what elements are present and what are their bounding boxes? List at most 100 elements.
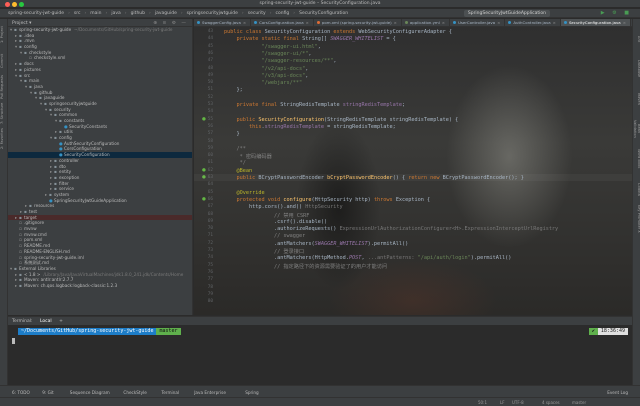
breadcrumb-separator: ›: [293, 11, 296, 16]
file-type-icon: [404, 21, 408, 24]
left-tool-button[interactable]: Pull Requests: [0, 75, 8, 99]
breadcrumb-item[interactable]: java: [111, 11, 120, 16]
code-token: http.cors().and(): [224, 204, 306, 211]
editor-tab[interactable]: SwaggerConfig.java ×: [194, 19, 252, 26]
code-token: public class: [224, 29, 265, 35]
editor-tab-label: UserController.java: [458, 20, 496, 25]
project-panel: Project ▾ ⊕ ≡ ⚙ — ▾ ▪ spring-security-jwt-…: [8, 19, 193, 315]
line-separator[interactable]: LF: [500, 400, 505, 405]
tool-window-button[interactable]: CheckStyle: [123, 390, 146, 395]
editor-tab[interactable]: SecurityConfiguration.java ×: [560, 19, 631, 26]
tool-window-button[interactable]: 9: Git: [42, 390, 53, 395]
code-line: // 指定路径下的资源需要验证了的用户才能访问: [224, 263, 387, 270]
right-tool-button[interactable]: Database: [633, 55, 640, 83]
left-tool-button[interactable]: 7: Structure: [0, 101, 8, 125]
left-tool-button[interactable]: Commit: [0, 49, 8, 73]
tree-item-label: constants: [64, 118, 85, 123]
code-token: ,: [305, 72, 309, 79]
tree-item-label: javaguide: [44, 95, 65, 101]
terminal-tab-local[interactable]: Local: [40, 319, 52, 324]
breadcrumb-item[interactable]: SecurityConfiguration: [299, 11, 348, 16]
run-configuration-selector[interactable]: SpringSecurityJwtGuideApplication: [463, 10, 550, 17]
tree-item-label: controller: [59, 157, 79, 163]
code-area[interactable]: public class SecurityConfiguration exten…: [224, 27, 632, 315]
editor-tab[interactable]: pom.xml (spring-security-jwt-guide) ×: [314, 19, 402, 26]
bean-icon[interactable]: ●: [202, 168, 206, 173]
close-icon[interactable]: ×: [306, 20, 309, 25]
tree-item-label: .mvn: [24, 38, 35, 44]
editor-tab[interactable]: application.yml ×: [402, 19, 451, 26]
editor-tab[interactable]: CorsConfiguration.java ×: [251, 19, 314, 26]
editor-tab-label: SecurityConfiguration.java: [568, 20, 621, 25]
close-icon[interactable]: ×: [497, 20, 500, 25]
close-icon[interactable]: ×: [442, 20, 445, 25]
tree-item-label: main: [29, 78, 40, 84]
code-token: ,: [317, 43, 321, 50]
close-icon[interactable]: ×: [623, 20, 626, 25]
right-tool-button[interactable]: Key Promoter X: [633, 205, 640, 233]
left-tool-button[interactable]: 1: Project: [0, 23, 8, 47]
tree-item-label: target: [24, 214, 37, 220]
line-number: 80: [207, 299, 213, 305]
code-token: ...antPatterns:: [367, 255, 418, 262]
code-line: */: [224, 160, 246, 166]
editor-tab[interactable]: UserController.java ×: [450, 19, 506, 26]
right-tool-button[interactable]: Ant: [633, 25, 640, 53]
editor-tab[interactable]: AuthController.java ×: [505, 19, 561, 26]
close-icon[interactable]: ×: [553, 20, 556, 25]
code-line: "/webjars/**": [224, 80, 302, 86]
tree-item-label: README-ENGLISH.md: [24, 248, 70, 254]
right-tool-button[interactable]: Bean Validation: [633, 115, 640, 143]
file-encoding[interactable]: UTF-8: [512, 400, 524, 405]
tool-window-button[interactable]: Terminal: [161, 390, 179, 395]
tool-window-button[interactable]: Spring: [245, 390, 259, 395]
tree-item-label: pictures: [24, 66, 41, 72]
new-terminal-tab-button[interactable]: +: [59, 319, 63, 324]
override-icon[interactable]: ●: [202, 197, 206, 202]
code-token: ;: [402, 102, 406, 108]
code-token: // swagger: [224, 233, 306, 240]
left-tool-button[interactable]: 2: Favorites: [0, 127, 8, 151]
breadcrumb-item[interactable]: security: [248, 11, 266, 16]
tree-item-label: 系统测试.md: [24, 260, 49, 266]
caret-position[interactable]: 50:1: [478, 400, 487, 405]
right-tool-button[interactable]: Maven: [633, 85, 640, 113]
project-panel-title[interactable]: Project: [12, 21, 28, 26]
git-branch-widget[interactable]: master: [572, 400, 586, 405]
tool-window-button[interactable]: 6: TODO: [12, 390, 30, 395]
bean-icon[interactable]: ●: [202, 117, 206, 122]
right-tool-button[interactable]: Word Book: [633, 145, 640, 173]
run-icon[interactable]: ▶ ⚙ ■: [601, 10, 632, 16]
close-icon[interactable]: ×: [243, 20, 246, 25]
breadcrumb-item[interactable]: config: [276, 11, 290, 16]
code-line: "/v3/api-docs",: [224, 73, 308, 79]
gear-icon[interactable]: ⊕ ≡ ⚙ —: [153, 21, 188, 26]
tool-window-button[interactable]: Java Enterprise: [194, 390, 226, 395]
breadcrumb-item[interactable]: spring-security-jwt-guide: [8, 11, 64, 16]
breadcrumb-item[interactable]: github: [131, 11, 145, 16]
code-token: private final: [236, 102, 281, 108]
code-line: .authorizeRequests() ExpressionUrlAuthor…: [224, 226, 558, 232]
event-log-button[interactable]: Event Log: [607, 390, 628, 395]
terminal-header: Terminal: Local +: [8, 317, 632, 325]
tree-item[interactable]: ▸ ▪ Maven: ch.qos.logback:logback-classic:…: [8, 283, 192, 289]
line-number: 60: [207, 153, 213, 159]
code-line: this.stringRedisTemplate = stringRedisTe…: [224, 124, 396, 130]
breadcrumb-item[interactable]: src: [74, 11, 81, 16]
tree-item-label: config: [59, 135, 72, 141]
breadcrumb-item[interactable]: javaguide: [155, 11, 177, 16]
breadcrumb-item[interactable]: springsecurityjwtguide: [187, 11, 238, 16]
tree-item-label: SecurityConfiguration: [64, 152, 110, 158]
tool-window-button[interactable]: Sequence Diagram: [70, 390, 110, 395]
code-token: .antMatchers(: [224, 240, 315, 247]
close-icon[interactable]: ×: [394, 20, 397, 25]
editor-tab-label: pom.xml (spring-security-jwt-guide): [321, 20, 392, 25]
right-tool-button[interactable]: Codota: [633, 175, 640, 203]
tree-item-label: resources: [34, 203, 55, 209]
breadcrumb-item[interactable]: main: [90, 11, 101, 16]
indent-setting[interactable]: 4 spaces: [542, 400, 560, 405]
